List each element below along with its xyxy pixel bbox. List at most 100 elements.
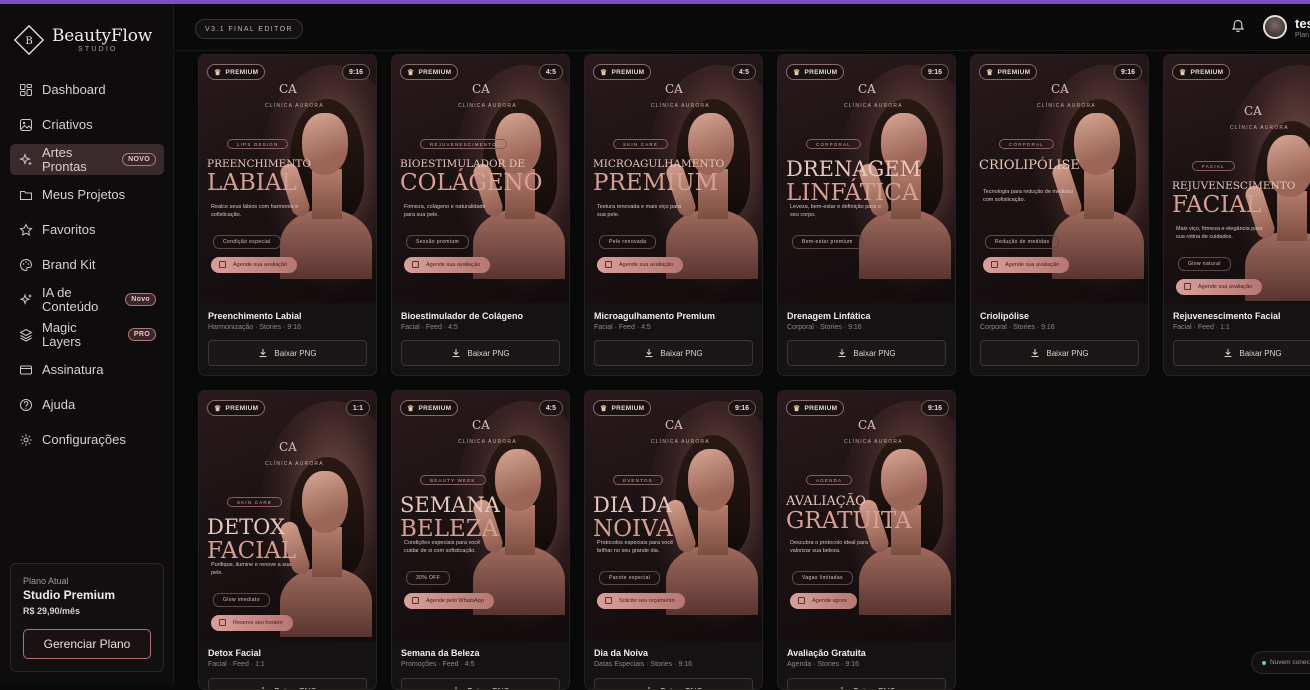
calendar-icon [991,261,998,268]
card-subtitle: Harmonização · Stories · 9:16 [208,324,302,331]
bell-icon[interactable] [1230,18,1246,34]
headline-line-2: LINFÁTICA [786,182,918,205]
sidebar-item-meus-projetos[interactable]: Meus Projetos [10,179,164,210]
card-subtitle: Facial · Feed · 4:5 [594,324,715,331]
layers-icon [18,327,33,342]
template-preview[interactable]: CACLÍNICA AURORALIPS DESIGNPREENCHIMENTO… [199,55,377,303]
premium-label: PREMIUM [418,405,451,412]
template-preview[interactable]: CACLÍNICA AURORAAGENDAAVALIAÇÃOGRATUITAD… [778,391,956,641]
sidebar-item-dashboard[interactable]: Dashboard [10,74,164,105]
sidebar-item-criativos[interactable]: Criativos [10,109,164,140]
download-png-button[interactable]: Baixar PNG [1173,340,1310,366]
template-card[interactable]: CACLÍNICA AURORALIPS DESIGNPREENCHIMENTO… [198,54,377,376]
template-preview[interactable]: CACLÍNICA AURORAFACIALREJUVENESCIMENTOFA… [1164,55,1310,303]
calendar-icon [412,597,419,604]
clinic-name: CLÍNICA AURORA [651,103,710,109]
card-title: Avaliação Gratuita [787,648,866,658]
brand[interactable]: B BeautyFlow STUDIO [12,20,152,60]
card-subtitle: Datas Especiais · Stories · 9:16 [594,661,692,668]
category-pill: EVENTOS [613,475,663,485]
download-png-button[interactable]: Baixar PNG [401,340,560,366]
template-card[interactable]: CACLÍNICA AURORAAGENDAAVALIAÇÃOGRATUITAD… [777,390,956,690]
sidebar-nav: Dashboard Criativos Artes ProntasNOVO Meus … [10,74,164,459]
calendar-icon [605,261,612,268]
user-name[interactable]: tes [1295,16,1310,31]
template-card[interactable]: CACLÍNICA AURORACORPORALCRIOLIPÓLISETecn… [970,54,1149,376]
download-icon [644,348,654,358]
headline-line-2: COLÁGENO [400,172,542,195]
template-card[interactable]: CACLÍNICA AURORASKIN CAREMICROAGULHAMENT… [584,54,763,376]
download-png-button[interactable]: Baixar PNG [208,340,367,366]
template-preview[interactable]: CACLÍNICA AURORACORPORALCRIOLIPÓLISETecn… [971,55,1149,303]
card-title: Criolipólise [980,311,1055,321]
template-card[interactable]: CACLÍNICA AURORAFACIALREJUVENESCIMENTOFA… [1163,54,1310,376]
premium-badge: ♛PREMIUM [207,64,265,80]
user-plan: Plan [1295,32,1309,39]
template-preview[interactable]: CACLÍNICA AURORASKIN CAREDETOXFACIALPuri… [199,391,377,641]
crown-icon: ♛ [600,404,607,413]
sidebar-item-label: Artes Prontas [42,146,112,174]
sidebar-item-brand-kit[interactable]: Brand Kit [10,249,164,280]
avatar[interactable] [1263,15,1287,39]
download-png-button[interactable]: Baixar PNG [208,678,367,690]
sidebar-item-label: Ajuda [42,397,75,412]
manage-plan-button[interactable]: Gerenciar Plano [23,629,151,659]
sidebar-item-ajuda[interactable]: Ajuda [10,389,164,420]
headline-line-1: SEMANA [400,495,500,516]
download-png-button[interactable]: Baixar PNG [401,678,560,690]
sidebar-item-configura-es[interactable]: Configurações [10,424,164,455]
headline-line-1: PREENCHIMENTO [207,159,311,170]
template-card[interactable]: CACLÍNICA AURORABEAUTY WEEKSEMANABELEZAC… [391,390,570,690]
template-preview[interactable]: CACLÍNICA AURORABEAUTY WEEKSEMANABELEZAC… [392,391,570,641]
template-card[interactable]: CACLÍNICA AURORAREJUVENESCIMENTOBIOESTIM… [391,54,570,376]
premium-badge: ♛PREMIUM [400,64,458,80]
crown-icon: ♛ [986,68,993,77]
model-portrait-image [1052,99,1144,269]
template-card[interactable]: CACLÍNICA AURORASKIN CAREDETOXFACIALPuri… [198,390,377,690]
download-icon [837,686,847,690]
sidebar-item-ia-de-conte-do[interactable]: IA de ConteúdoNovo [10,284,164,315]
template-preview[interactable]: CACLÍNICA AURORACORPORALDRENAGEMLINFÁTIC… [778,55,956,303]
download-label: Baixar PNG [467,349,509,358]
premium-label: PREMIUM [804,69,837,76]
portrait-neck [1277,191,1307,241]
clinic-monogram: CA [279,440,297,454]
card-meta: Preenchimento LabialHarmonização · Stori… [208,311,302,331]
premium-badge: ♛PREMIUM [593,64,651,80]
download-png-button[interactable]: Baixar PNG [594,678,753,690]
download-png-button[interactable]: Baixar PNG [787,678,946,690]
sidebar-item-magic-layers[interactable]: Magic LayersPRO [10,319,164,350]
sidebar-item-assinatura[interactable]: Assinatura [10,354,164,385]
download-label: Baixar PNG [853,687,895,690]
cta-pill: Agende sua avaliação [597,257,683,273]
cta-pill: Agende agora [790,593,857,609]
crown-icon: ♛ [793,404,800,413]
sidebar-item-favoritos[interactable]: Favoritos [10,214,164,245]
headline-line-1: DIA DA [593,495,672,516]
download-png-button[interactable]: Baixar PNG [787,340,946,366]
aspect-ratio-badge: 1:1 [346,400,370,416]
download-icon [258,686,268,690]
template-card[interactable]: CACLÍNICA AURORACORPORALDRENAGEMLINFÁTIC… [777,54,956,376]
version-badge: V3.1 FINAL EDITOR [195,19,303,39]
card-title: Semana da Beleza [401,648,480,658]
clinic-monogram: CA [665,82,683,96]
preview-description: Leveza, bem-estar e definição para o seu… [790,204,882,219]
preview-description: Tecnologia para redução de medidas com s… [983,189,1075,204]
download-png-button[interactable]: Baixar PNG [594,340,753,366]
template-card[interactable]: CACLÍNICA AURORAEVENTOSDIA DANOIVAProtoc… [584,390,763,690]
sidebar-item-artes-prontas[interactable]: Artes ProntasNOVO [10,144,164,175]
headline-line-1: DRENAGEM [786,159,921,180]
download-png-button[interactable]: Baixar PNG [980,340,1139,366]
premium-label: PREMIUM [611,69,644,76]
template-preview[interactable]: CACLÍNICA AURORAEVENTOSDIA DANOIVAProtoc… [585,391,763,641]
download-icon [1030,348,1040,358]
template-preview[interactable]: CACLÍNICA AURORASKIN CAREMICROAGULHAMENT… [585,55,763,303]
portrait-neck [698,505,728,555]
status-dot [1262,661,1266,665]
template-preview[interactable]: CACLÍNICA AURORAREJUVENESCIMENTOBIOESTIM… [392,55,570,303]
sidebar-item-label: Meus Projetos [42,187,125,202]
sparkles-icon [18,152,33,167]
cta-label: Agende pelo WhatsApp [426,598,484,604]
portrait-neck [1084,169,1114,219]
